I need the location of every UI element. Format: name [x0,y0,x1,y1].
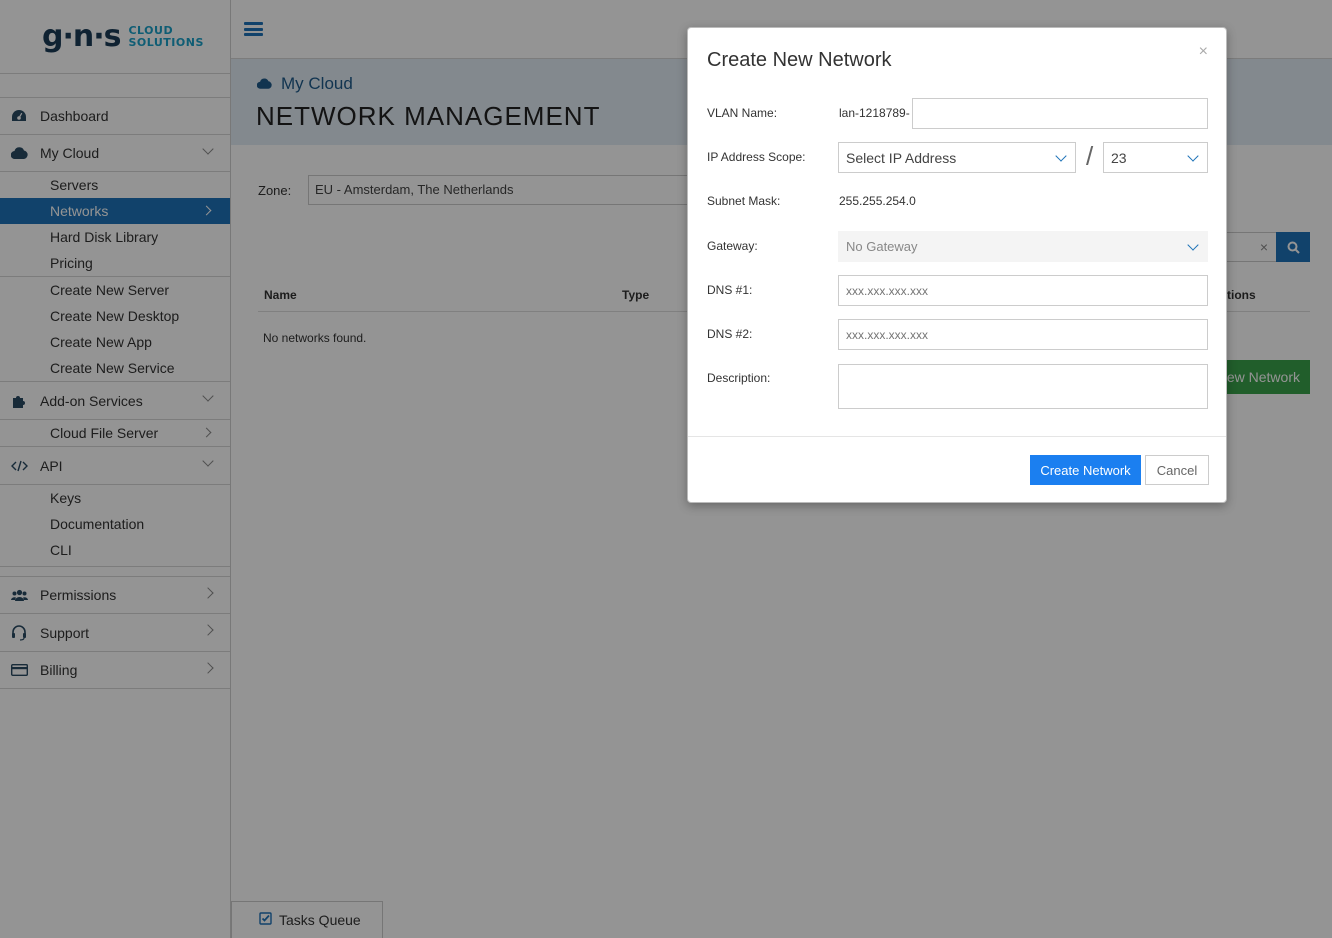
gateway-value: No Gateway [846,239,918,254]
chevron-down-icon [1055,150,1067,162]
gateway-label: Gateway: [707,239,758,253]
create-network-button[interactable]: Create Network [1030,455,1141,485]
dns1-input[interactable] [838,275,1208,306]
dns1-label: DNS #1: [707,283,753,297]
cancel-button[interactable]: Cancel [1145,455,1209,485]
vlan-name-label: VLAN Name: [707,106,778,120]
chevron-down-icon [1187,239,1199,251]
subnet-mask-value: 255.255.254.0 [839,194,916,208]
description-label: Description: [707,371,771,385]
subnet-mask-label: Subnet Mask: [707,194,781,208]
dialog-footer-divider [688,436,1226,437]
dialog-title: Create New Network [707,49,892,71]
cidr-prefix-value: 23 [1111,149,1127,166]
ip-scope-label: IP Address Scope: [707,150,806,164]
cidr-prefix-select[interactable]: 23 [1103,142,1208,173]
vlan-name-prefix: lan-1218789- [839,106,910,120]
chevron-down-icon [1187,150,1199,162]
ip-scope-select[interactable]: Select IP Address [838,142,1076,173]
dns2-input[interactable] [838,319,1208,350]
dns2-label: DNS #2: [707,327,753,341]
description-textarea[interactable] [838,364,1208,409]
ip-scope-value: Select IP Address [846,149,957,166]
close-icon[interactable]: × [1199,43,1208,61]
vlan-name-input[interactable] [912,98,1208,129]
create-network-dialog: Create New Network × VLAN Name: lan-1218… [687,27,1227,503]
cidr-slash: / [1086,141,1094,171]
gateway-select[interactable]: No Gateway [838,231,1208,262]
